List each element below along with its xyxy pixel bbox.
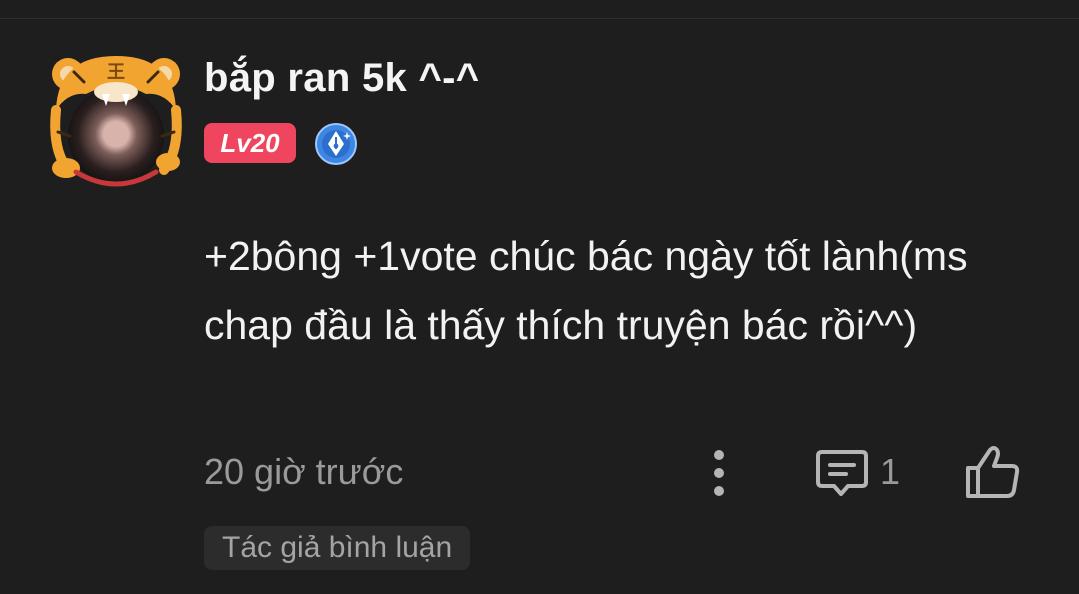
tiger-forehead-mark: 王 [107,62,125,83]
reply-count[interactable]: 1 [880,451,900,493]
comment-bubble-icon[interactable] [814,446,870,500]
tiger-frame-icon: 王 [50,56,182,187]
top-divider [0,18,1079,19]
comment-timestamp: 20 giờ trước [204,451,404,492]
more-vertical-icon[interactable] [708,448,730,498]
pen-nib-badge-icon [315,123,357,165]
comment-body: +2bông +1vote chúc bác ngày tốt lành(ms … [204,233,968,348]
level-badge: Lv20 [204,123,296,163]
username[interactable]: bắp ran 5k ^-^ [204,56,479,101]
avatar[interactable]: 王 [46,50,186,190]
thumbs-up-icon[interactable] [964,444,1022,500]
author-comment-tag: Tác giả bình luận [204,526,471,570]
